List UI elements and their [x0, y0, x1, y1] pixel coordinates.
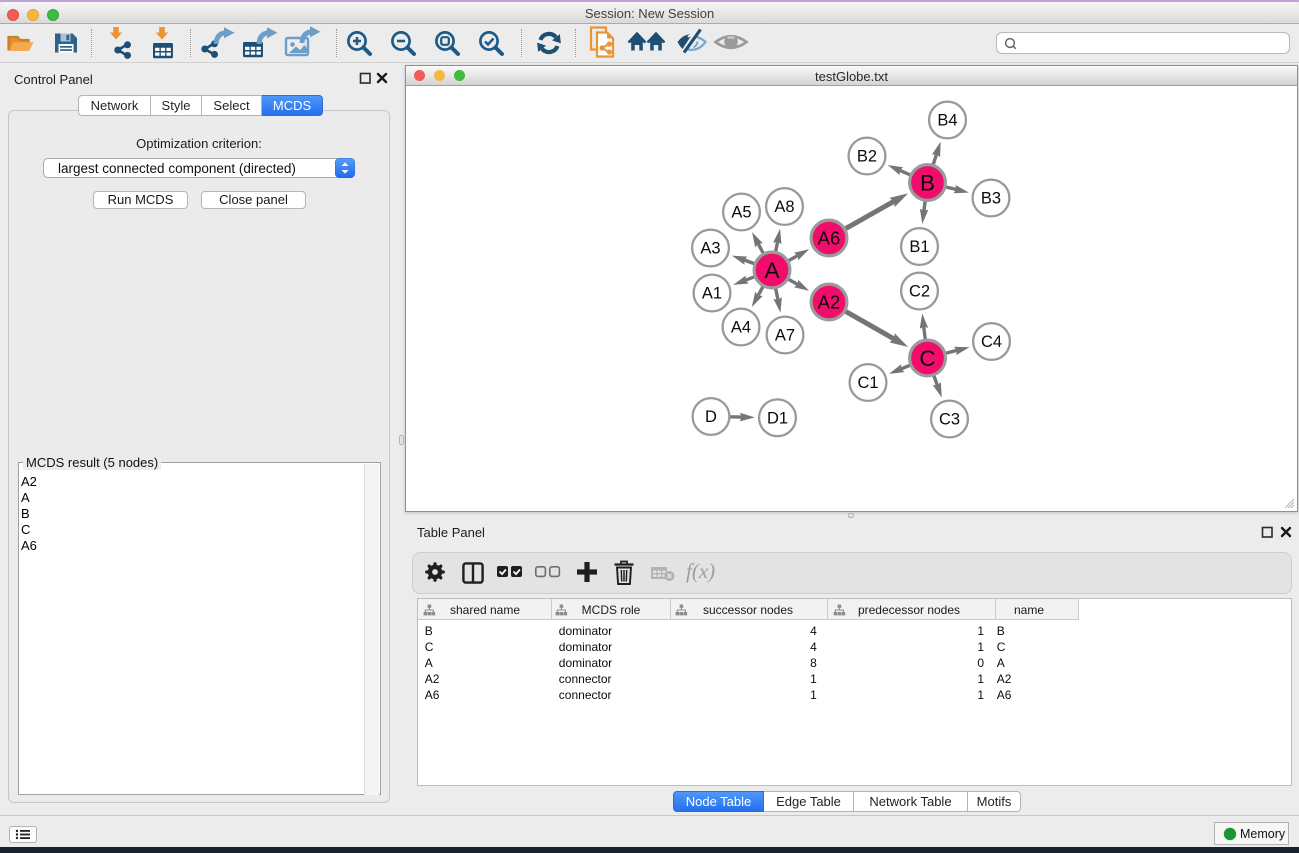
svg-text:B: B [920, 170, 935, 195]
svg-text:B1: B1 [909, 238, 929, 256]
svg-text:A8: A8 [774, 198, 794, 216]
svg-text:C2: C2 [909, 283, 930, 301]
svg-text:A4: A4 [731, 319, 751, 337]
svg-text:C3: C3 [939, 411, 960, 429]
svg-text:B3: B3 [981, 190, 1001, 208]
svg-text:D: D [705, 408, 717, 426]
svg-text:A1: A1 [702, 285, 722, 303]
svg-text:A2: A2 [818, 291, 841, 312]
svg-text:B2: B2 [857, 148, 877, 166]
svg-text:A5: A5 [731, 204, 751, 222]
svg-text:A7: A7 [775, 327, 795, 345]
svg-text:A3: A3 [700, 240, 720, 258]
svg-text:A: A [764, 258, 779, 283]
svg-text:C1: C1 [857, 374, 878, 392]
svg-text:C4: C4 [981, 333, 1002, 351]
svg-text:B4: B4 [937, 112, 957, 130]
svg-text:A6: A6 [818, 227, 841, 248]
svg-text:D1: D1 [767, 410, 788, 428]
svg-text:C: C [919, 346, 935, 371]
